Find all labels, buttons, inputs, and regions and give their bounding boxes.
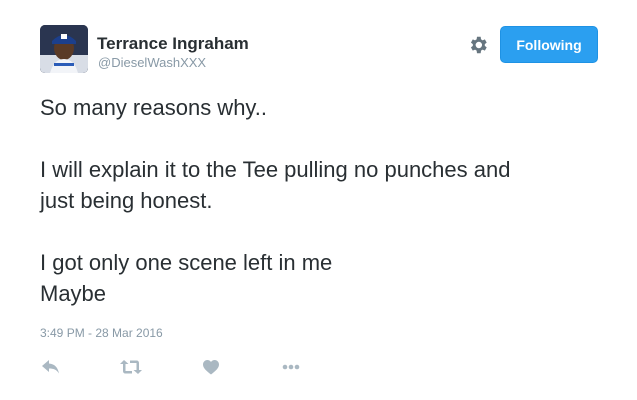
tweet-line: I will explain it to the Tee pulling no …: [40, 157, 511, 182]
avatar-image: [40, 25, 88, 73]
tweet-line-blank: [40, 216, 610, 247]
avatar[interactable]: [40, 25, 88, 73]
user-handle[interactable]: @DieselWashXXX: [98, 55, 206, 70]
more-icon[interactable]: [280, 356, 302, 378]
tweet-line: I got only one scene left in me: [40, 250, 333, 275]
tweet-line-blank: [40, 123, 610, 154]
tweet-line: Maybe: [40, 281, 107, 306]
tweet-line: So many reasons why..: [40, 95, 268, 120]
following-button[interactable]: Following: [500, 26, 598, 63]
heart-icon[interactable]: [200, 356, 222, 378]
gear-icon[interactable]: [467, 34, 489, 56]
tweet-timestamp[interactable]: 3:49 PM - 28 Mar 2016: [40, 326, 163, 340]
retweet-icon[interactable]: [120, 356, 142, 378]
tweet-actions: [40, 356, 320, 380]
tweet-line: just being honest.: [40, 188, 213, 213]
tweet-text: So many reasons why.. I will explain it …: [40, 92, 610, 309]
reply-icon[interactable]: [40, 356, 62, 378]
tweet-card: Terrance Ingraham @DieselWashXXX Followi…: [0, 0, 637, 400]
user-name[interactable]: Terrance Ingraham: [97, 34, 249, 54]
